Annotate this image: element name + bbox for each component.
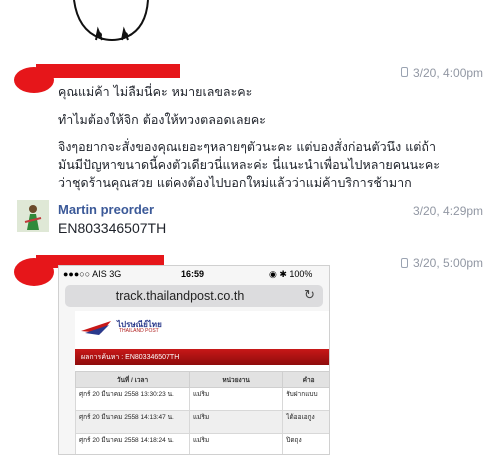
clock-text: 16:59	[181, 269, 205, 279]
thailand-post-logo: ไปรษณีย์ไทย THAILAND POST	[79, 317, 189, 343]
table-cell: แม่ริม	[188, 387, 284, 411]
table-cell: ศุกร์ 20 มีนาคม 2558 13:30:23 น.	[75, 387, 190, 411]
table-cell: ศุกร์ 20 มีนาคม 2558 14:13:47 น.	[75, 410, 190, 434]
message-text: มันมีปัญหาขนาดนี้คงตัวเดียวนี่แหละค่ะ นี…	[58, 157, 440, 172]
table-cell: รับฝากแบบ	[282, 387, 329, 411]
mobile-icon	[401, 258, 408, 268]
result-banner: ผลการค้นหา : EN803346507TH	[75, 349, 329, 365]
message-timestamp: 3/20, 5:00pm	[413, 256, 484, 270]
redacted-sender-name	[36, 64, 180, 78]
mobile-icon	[401, 67, 408, 77]
table-row: ศุกร์ 20 มีนาคม 2558 13:30:23 น. แม่ริม …	[75, 387, 329, 411]
table-row: ศุกร์ 20 มีนาคม 2558 14:13:47 น. แม่ริม …	[75, 410, 329, 434]
tracking-table: วันที่ / เวลา หน่วยงาน คำอ ศุกร์ 20 มีนา…	[75, 371, 329, 454]
message-text: ว่าชุดร้านคุณสวย แต่คงต้องไปบอกใหม่แล้วว…	[58, 175, 412, 190]
person-icon	[17, 200, 49, 232]
column-header: คำอ	[282, 371, 329, 388]
message-text: ทำไมต้องให้จิก ต้องให้ทวงตลอดเลยคะ	[58, 112, 266, 127]
sticker-image	[73, 0, 149, 41]
table-cell: ได้ออเอกูง	[282, 410, 329, 434]
image-attachment[interactable]: ●●●○○ AIS 3G 16:59 ◉ ✱ 100% track.thaila…	[58, 265, 330, 455]
logo-subtext: THAILAND POST	[119, 328, 159, 334]
table-row: ศุกร์ 20 มีนาคม 2558 14:18:24 น. แม่ริม …	[75, 433, 329, 454]
table-cell: แม่ริม	[188, 433, 284, 454]
avatar[interactable]	[17, 200, 49, 232]
url-text: track.thailandpost.co.th	[115, 289, 245, 303]
message-text: จิงๆอยากจะสั่งของคุณเยอะๆหลายๆตัวนะคะ แต…	[58, 139, 436, 154]
message-text: คุณแม่ค้า ไม่ลืมนี่คะ หมายเลขละคะ	[58, 84, 253, 99]
table-cell: ปิดถุง	[282, 433, 329, 454]
table-cell: แม่ริม	[188, 410, 284, 434]
message-timestamp: 3/20, 4:00pm	[413, 66, 484, 80]
carrier-signal: ●●●○○ AIS 3G	[63, 269, 122, 279]
sender-name-link[interactable]: Martin preorder	[58, 202, 154, 217]
tracking-page: ไปรษณีย์ไทย THAILAND POST ผลการค้นหา : E…	[75, 311, 329, 454]
column-header: หน่วยงาน	[188, 371, 284, 388]
tracking-number-text: EN803346507TH	[58, 220, 167, 236]
browser-url-bar[interactable]: track.thailandpost.co.th ↻	[65, 285, 323, 307]
phone-status-bar: ●●●○○ AIS 3G 16:59 ◉ ✱ 100%	[59, 266, 329, 283]
reload-icon[interactable]: ↻	[304, 288, 315, 303]
column-header: วันที่ / เวลา	[75, 371, 190, 388]
battery-status: ◉ ✱ 100%	[269, 269, 313, 279]
post-wing-icon	[81, 321, 111, 335]
banner-text: ผลการค้นหา : EN803346507TH	[81, 354, 180, 361]
message-timestamp: 3/20, 4:29pm	[413, 204, 484, 218]
table-cell: ศุกร์ 20 มีนาคม 2558 14:18:24 น.	[75, 433, 190, 454]
